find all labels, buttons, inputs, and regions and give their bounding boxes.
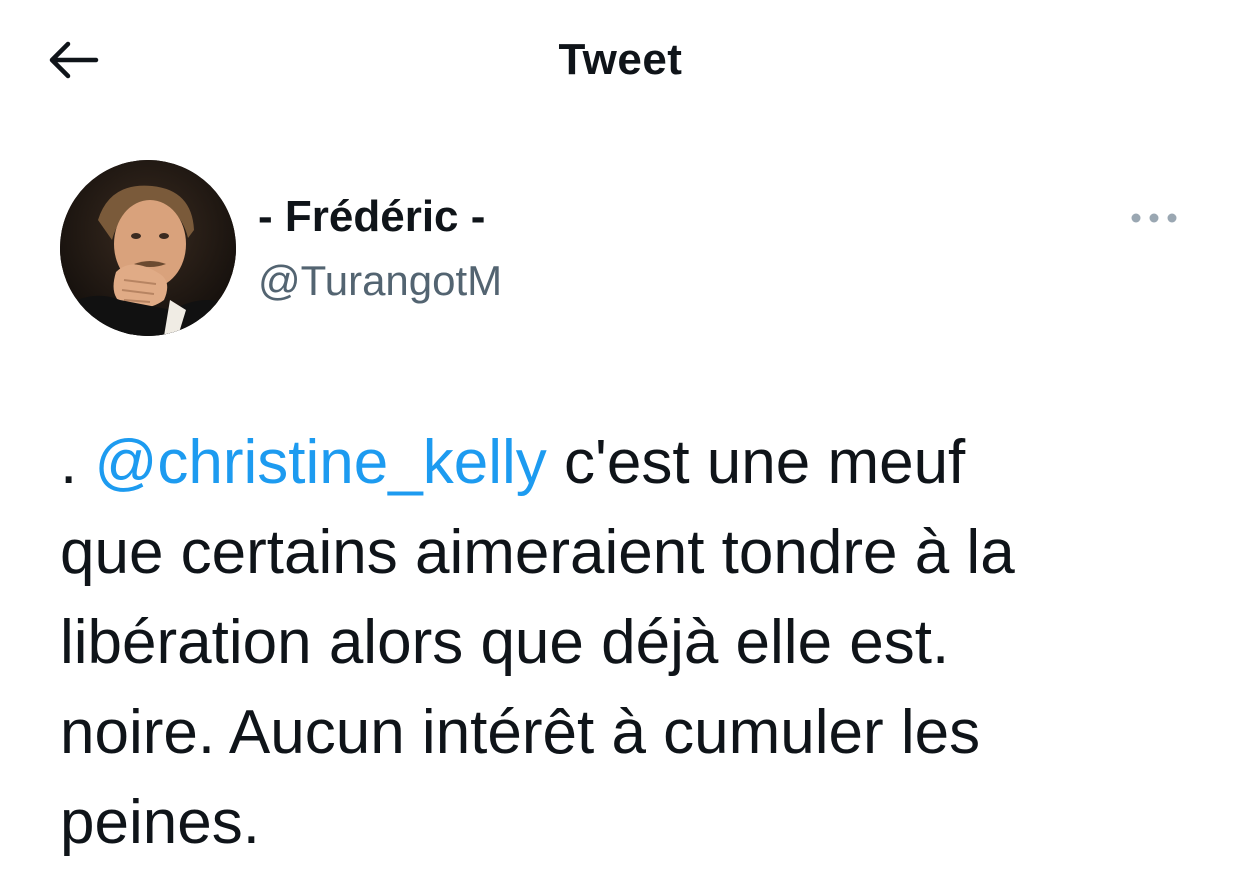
author-handle[interactable]: @TurangotM	[258, 254, 502, 308]
top-bar: Tweet	[0, 0, 1241, 120]
page-title: Tweet	[558, 35, 683, 84]
tweet-prefix: .	[60, 428, 95, 497]
tweet-text: . @christine_kelly c'est une meuf que ce…	[60, 418, 1180, 868]
avatar[interactable]	[60, 160, 236, 336]
author-display-name[interactable]: - Frédéric -	[258, 190, 485, 244]
ellipsis-icon	[1131, 213, 1177, 223]
more-options-button[interactable]	[1124, 200, 1184, 236]
profile-photo	[60, 160, 236, 336]
mention-link[interactable]: @christine_kelly	[94, 428, 546, 497]
